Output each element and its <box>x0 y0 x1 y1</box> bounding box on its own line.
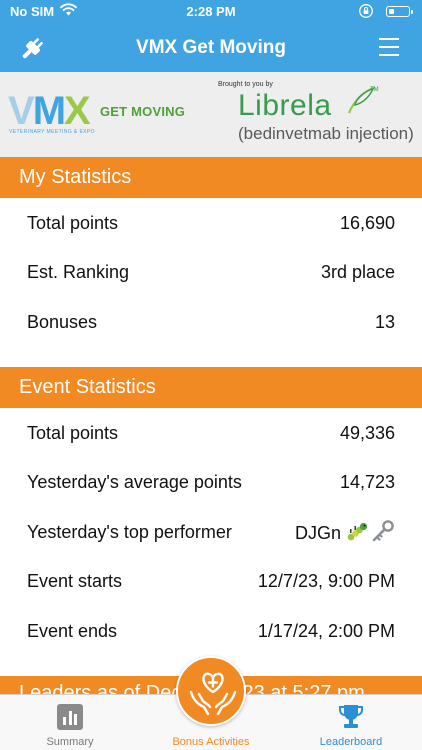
sponsor-banner: VMX GET MOVING VETERINARY MEETING & EXPO… <box>0 72 422 158</box>
hamburger-menu-icon[interactable] <box>379 38 399 56</box>
bonus-activities-button[interactable] <box>176 656 246 726</box>
event-value: 49,336 <box>339 423 395 443</box>
stat-row-total-points: Total points 16,690 <box>0 201 422 245</box>
event-label: Yesterday's average points <box>27 472 242 492</box>
event-value: 1/17/24, 2:00 PM <box>257 621 395 641</box>
bar-chart-icon <box>57 704 83 730</box>
caterpillar-emoji-icon <box>347 520 369 547</box>
vmx-tagline: GET MOVING <box>100 104 186 119</box>
stat-value: 3rd place <box>320 262 395 282</box>
event-label: Yesterday's top performer <box>27 522 232 542</box>
trophy-icon <box>338 703 364 731</box>
event-value: 12/7/23, 9:00 PM <box>257 571 395 591</box>
event-label: Event starts <box>27 571 123 591</box>
stat-row-est-ranking: Est. Ranking 3rd place <box>0 250 422 294</box>
tab-bonus-label: Bonus Activities <box>172 736 250 748</box>
librela-subtitle: (bedinvetmab injection) <box>238 124 414 143</box>
vmx-logo: VMX GET MOVING VETERINARY MEETING & EXPO <box>8 90 203 138</box>
event-label: Event ends <box>27 621 118 641</box>
my-statistics-header: My Statistics <box>0 157 422 198</box>
stat-label: Total points <box>27 213 119 233</box>
stat-label: Est. Ranking <box>27 262 130 282</box>
event-value: 14,723 <box>339 472 395 492</box>
heart-hands-icon <box>189 672 237 716</box>
key-emoji-icon <box>371 519 395 548</box>
stat-row-bonuses: Bonuses 13 <box>0 300 422 344</box>
event-statistics-header: Event Statistics <box>0 367 422 408</box>
orientation-lock-icon <box>358 3 374 22</box>
event-row-average-points: Yesterday's average points 14,723 <box>0 460 422 504</box>
tab-summary[interactable]: Summary <box>25 695 115 750</box>
event-row-top-performer: Yesterday's top performer DJGn <box>0 510 422 554</box>
brought-by-label: Brought to you by <box>218 81 273 88</box>
event-row-starts: Event starts 12/7/23, 9:00 PM <box>0 559 422 603</box>
nav-title: VMX Get Moving <box>136 37 286 58</box>
stat-label: Bonuses <box>27 312 98 332</box>
vmx-wordmark: VMX <box>8 89 91 133</box>
battery-icon <box>386 6 413 17</box>
tab-summary-label: Summary <box>46 736 94 748</box>
event-row-total-points: Total points 49,336 <box>0 411 422 455</box>
librela-logo-text: Librela <box>238 89 332 122</box>
tab-leaderboard[interactable]: Leaderboard <box>306 695 396 750</box>
nav-bar: VMX Get Moving <box>0 24 422 72</box>
event-row-ends: Event ends 1/17/24, 2:00 PM <box>0 609 422 653</box>
battery-level <box>388 8 394 14</box>
tab-leaderboard-label: Leaderboard <box>319 736 383 748</box>
event-label: Total points <box>27 423 119 443</box>
librela-trademark: TM <box>370 87 379 93</box>
performer-name: DJGn <box>294 523 341 543</box>
stat-value: 16,690 <box>339 213 395 233</box>
vmx-subtitle: VETERINARY MEETING & EXPO <box>9 129 95 135</box>
stat-value: 13 <box>374 312 395 332</box>
top-performer-value: DJGn <box>295 519 395 548</box>
status-bar: No SIM 2:28 PM <box>0 0 422 24</box>
